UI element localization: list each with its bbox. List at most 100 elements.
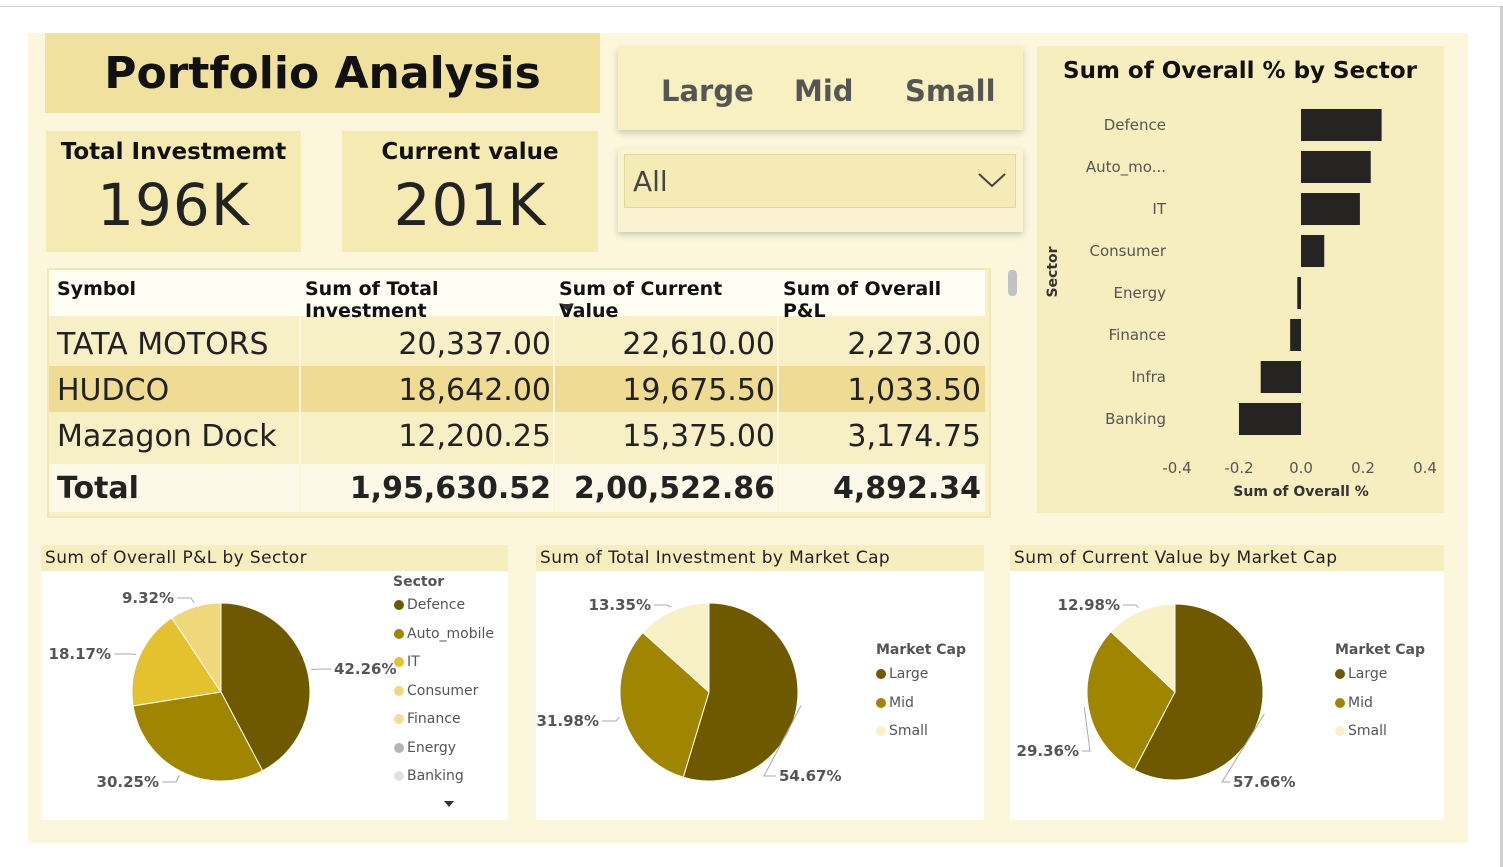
bar-mark[interactable] <box>1290 319 1301 351</box>
pie-data-label: 18.17% <box>49 645 111 663</box>
legend-label: Finance <box>407 711 461 727</box>
column-header-pnl[interactable]: Sum of Overall P&L <box>777 270 985 322</box>
legend-item[interactable]: Banking <box>394 768 464 784</box>
legend-scroll-down-icon[interactable] <box>444 801 454 807</box>
legend-item[interactable]: Large <box>1335 666 1387 682</box>
legend-title: Market Cap <box>876 642 967 658</box>
table-total-label: Total <box>57 471 139 506</box>
bar-category-label: Defence <box>1104 116 1166 134</box>
investment-by-marketcap-pie: Sum of Total Investment by Market Cap 54… <box>536 545 984 820</box>
legend-item[interactable]: IT <box>394 654 420 670</box>
slicer-option-large[interactable]: Large <box>661 74 754 108</box>
x-tick-label: -0.2 <box>1224 459 1253 477</box>
bar-mark[interactable] <box>1301 109 1382 141</box>
x-tick-label: 0.4 <box>1413 459 1437 477</box>
bar-mark[interactable] <box>1301 193 1360 225</box>
legend-item[interactable]: Small <box>1335 723 1387 739</box>
legend-label: Auto_mobile <box>407 625 494 642</box>
current-value-label: Current value <box>381 139 559 165</box>
pie-data-label: 13.35% <box>589 596 651 614</box>
legend-label: Defence <box>407 597 466 613</box>
slicer-option-mid[interactable]: Mid <box>794 74 854 108</box>
legend-marker <box>1335 669 1345 679</box>
bar-mark[interactable] <box>1297 277 1301 309</box>
table-total-current: 2,00,522.86 <box>573 471 775 506</box>
pie-data-label: 12.98% <box>1058 596 1120 614</box>
table-total-investment: 1,95,630.52 <box>349 471 551 506</box>
sector-bar-chart: Sum of Overall % by Sector Sector Sum of… <box>1037 46 1444 513</box>
legend-marker <box>394 600 404 610</box>
column-header-symbol[interactable]: Symbol <box>49 270 299 316</box>
bar-mark[interactable] <box>1301 151 1371 183</box>
legend-label: Small <box>889 723 928 739</box>
leader-line <box>1123 604 1139 608</box>
chevron-down-icon[interactable] <box>977 171 1007 189</box>
legend-item[interactable]: Mid <box>876 695 914 711</box>
sector-dropdown[interactable]: All <box>624 154 1016 208</box>
total-investment-card: Total Investmemt 196K <box>46 131 301 252</box>
pie-data-label: 30.25% <box>97 773 159 791</box>
table-cell-symbol: Mazagon Dock <box>57 419 277 454</box>
bar-chart-ylabel: Sector <box>1045 246 1061 297</box>
sort-desc-icon[interactable] <box>561 304 573 311</box>
leader-line <box>114 653 136 656</box>
page-title: Portfolio Analysis <box>104 47 541 99</box>
pie-svg: 57.66% 29.36% 12.98% <box>1017 596 1296 791</box>
legend-label: Mid <box>1348 694 1373 711</box>
column-header-current[interactable]: Sum of Current Value <box>553 270 777 322</box>
legend-marker <box>394 771 404 781</box>
pie-data-label: 57.66% <box>1233 773 1295 791</box>
legend-item[interactable]: Energy <box>394 740 456 756</box>
bar-mark[interactable] <box>1239 403 1301 435</box>
column-divider <box>553 316 555 512</box>
pnl-by-sector-pie: Sum of Overall P&L by Sector 42.26% 30.25… <box>41 545 508 820</box>
total-investment-value: 196K <box>97 171 250 239</box>
bar-chart-xlabel: Sum of Overall % <box>1233 484 1368 500</box>
legend-marker <box>394 628 404 639</box>
legend-label: IT <box>407 654 420 670</box>
pie-data-label: 29.36% <box>1017 742 1079 760</box>
table-cell-pnl: 1,033.50 <box>847 373 981 408</box>
pie-data-label: 42.26% <box>334 660 396 678</box>
legend-marker <box>394 742 404 753</box>
legend-item[interactable]: Large <box>876 666 928 682</box>
pie-data-label: 54.67% <box>779 767 841 785</box>
bar-mark[interactable] <box>1260 361 1301 393</box>
table-cell-symbol: HUDCO <box>57 373 170 408</box>
legend-item[interactable]: Defence <box>394 597 465 613</box>
x-tick-label: 0.2 <box>1351 459 1375 477</box>
title-card: Portfolio Analysis <box>45 33 600 113</box>
table-scrollbar[interactable] <box>1008 270 1017 296</box>
pie-data-label: 9.32% <box>122 589 174 607</box>
legend-item[interactable]: Small <box>876 723 928 739</box>
legend-marker <box>876 669 886 679</box>
bar-category-label: Infra <box>1131 368 1166 386</box>
slicer-option-small[interactable]: Small <box>905 74 996 108</box>
legend-item[interactable]: Consumer <box>394 683 478 699</box>
legend-label: Large <box>889 666 929 682</box>
legend-label: Banking <box>407 768 464 784</box>
table-cell-current: 19,675.50 <box>622 373 775 408</box>
current-by-marketcap-pie: Sum of Current Value by Market Cap 57.66… <box>1010 545 1444 820</box>
bar-category-label: Consumer <box>1090 242 1167 260</box>
legend-item[interactable]: Auto_mobile <box>394 626 494 642</box>
table-cell-symbol: TATA MOTORS <box>57 327 269 362</box>
leader-line <box>602 716 620 722</box>
bar-category-label: Energy <box>1113 284 1166 302</box>
bar-category-label: Finance <box>1109 326 1166 344</box>
market-cap-slicer: Large Mid Small <box>618 46 1023 130</box>
legend-label: Energy <box>407 739 457 756</box>
holdings-table: Symbol Sum of Total Investment Sum of Cu… <box>47 268 991 518</box>
bar-category-label: Banking <box>1105 410 1166 428</box>
legend-marker <box>876 726 886 736</box>
leader-line <box>1082 707 1091 752</box>
pie-svg: 54.67% 31.98% 13.35% <box>537 596 842 785</box>
legend-marker <box>394 657 404 667</box>
column-header-investment[interactable]: Sum of Total Investment <box>299 270 553 322</box>
table-cell-investment: 20,337.00 <box>398 327 551 362</box>
bar-mark[interactable] <box>1301 235 1325 267</box>
bar-chart-title: Sum of Overall % by Sector <box>1063 58 1418 84</box>
table-cell-pnl: 2,273.00 <box>847 327 981 362</box>
legend-item[interactable]: Mid <box>1335 695 1373 711</box>
legend-item[interactable]: Finance <box>394 711 461 727</box>
